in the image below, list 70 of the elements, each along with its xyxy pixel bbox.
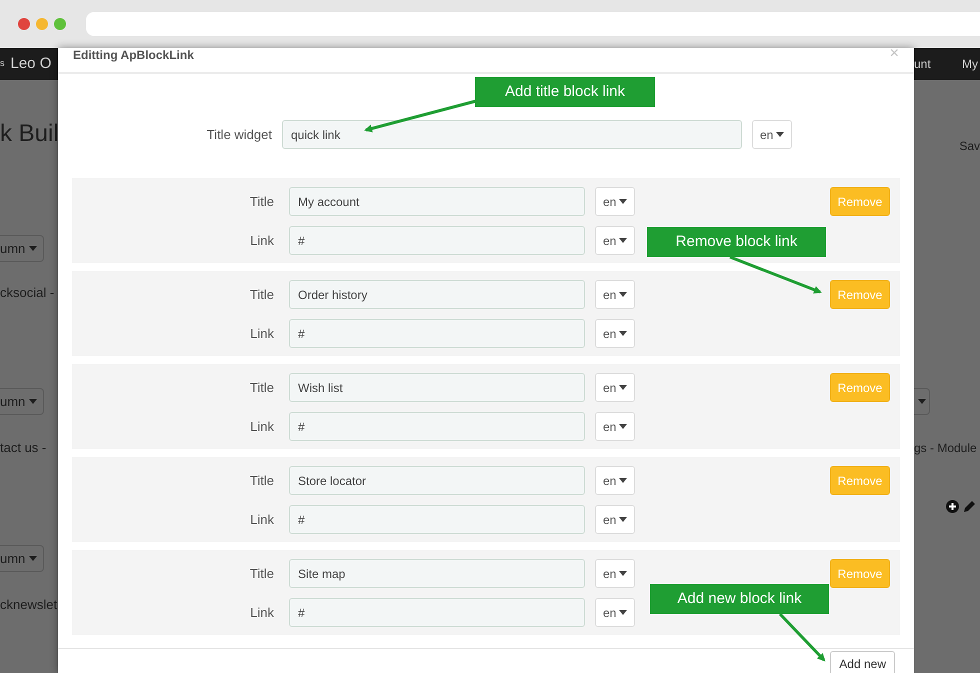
field-label: Link (249, 324, 274, 343)
field-label: Title (248, 378, 274, 397)
caret-icon (29, 246, 38, 251)
caret-icon (619, 478, 628, 483)
field-label: Link (249, 510, 274, 529)
annotation-callout: Remove block link (647, 227, 826, 257)
caret-icon (619, 571, 628, 576)
module-label: cksocial - (0, 284, 56, 302)
title-field[interactable]: My account (289, 187, 585, 216)
annotation-callout: Add title block link (475, 77, 655, 107)
title-field[interactable]: Order history (289, 280, 585, 309)
caret-icon (619, 517, 628, 522)
field-label: Title (248, 472, 274, 490)
field-label: Title (248, 192, 274, 211)
title-field[interactable]: Wish list (289, 373, 585, 402)
caret-icon (29, 399, 38, 404)
language-dropdown[interactable]: en (595, 505, 636, 534)
caret-icon (918, 399, 926, 404)
language-dropdown[interactable]: en (595, 280, 636, 309)
pencil-icon[interactable] (963, 500, 976, 513)
language-dropdown[interactable]: en (595, 466, 636, 495)
language-dropdown[interactable]: en (595, 598, 636, 627)
title-field[interactable]: Site map (289, 559, 585, 588)
caret-icon (29, 556, 38, 561)
language-dropdown[interactable]: en (595, 412, 636, 441)
language-dropdown[interactable]: en (595, 319, 636, 348)
link-field[interactable]: # (289, 412, 585, 441)
modal-title: Editting ApBlockLink (73, 48, 194, 62)
language-dropdown[interactable]: en (595, 559, 636, 588)
title-widget-field[interactable]: quick link (282, 120, 742, 149)
field-label: Title widget (206, 126, 272, 144)
link-field[interactable]: # (289, 319, 585, 348)
language-dropdown[interactable]: en (595, 226, 636, 255)
caret-icon (619, 292, 628, 297)
caret-icon (619, 385, 628, 390)
nav-link[interactable]: unt (914, 55, 931, 73)
language-dropdown[interactable]: en (595, 373, 636, 402)
link-field[interactable]: # (289, 226, 585, 255)
caret-icon (619, 331, 628, 336)
module-label: gs - Module (914, 440, 978, 457)
nav-link[interactable]: s (0, 57, 4, 71)
language-dropdown[interactable]: en (752, 120, 792, 149)
module-label: Sav (959, 138, 980, 155)
module-label: tact us - (0, 439, 48, 457)
plus-circle-icon[interactable] (946, 500, 959, 513)
link-field[interactable]: # (289, 598, 585, 627)
minimize-window-dot[interactable] (36, 18, 48, 30)
field-label: Title (248, 564, 274, 583)
field-label: Link (249, 418, 274, 436)
language-dropdown[interactable]: en (595, 187, 636, 216)
field-label: Link (249, 232, 274, 250)
caret-icon (619, 610, 628, 615)
maximize-window-dot[interactable] (54, 18, 66, 30)
caret-icon (619, 238, 628, 243)
caret-icon (619, 424, 628, 429)
close-window-dot[interactable] (18, 18, 30, 30)
nav-link[interactable]: Leo O (10, 52, 52, 76)
page-heading: k Buil (0, 120, 58, 148)
annotation-arrow (778, 612, 826, 662)
field-label: Title (248, 286, 274, 304)
module-label: cknewslet (0, 596, 58, 614)
add-new-button[interactable]: Add new (830, 651, 895, 673)
caret-icon (776, 132, 784, 137)
link-field[interactable]: # (289, 505, 585, 534)
field-label: Link (249, 604, 274, 622)
nav-link[interactable]: My (962, 55, 978, 73)
caret-icon (619, 199, 628, 204)
dropdown-button[interactable] (914, 388, 930, 415)
annotation-callout: Add new block link (650, 584, 829, 614)
title-field[interactable]: Store locator (289, 466, 585, 495)
